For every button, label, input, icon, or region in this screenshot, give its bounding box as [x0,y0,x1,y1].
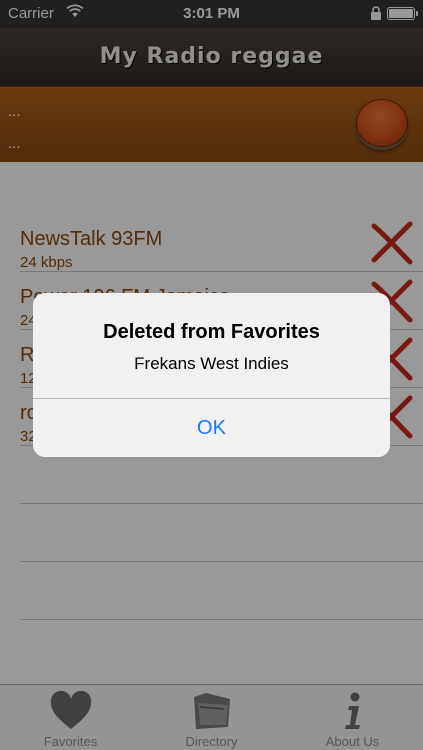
ok-button[interactable]: OK [33,399,390,457]
alert-dialog: Deleted from Favorites Frekans West Indi… [33,293,390,457]
alert-message: Frekans West Indies [134,354,289,373]
alert-title: Deleted from Favorites [103,321,320,343]
